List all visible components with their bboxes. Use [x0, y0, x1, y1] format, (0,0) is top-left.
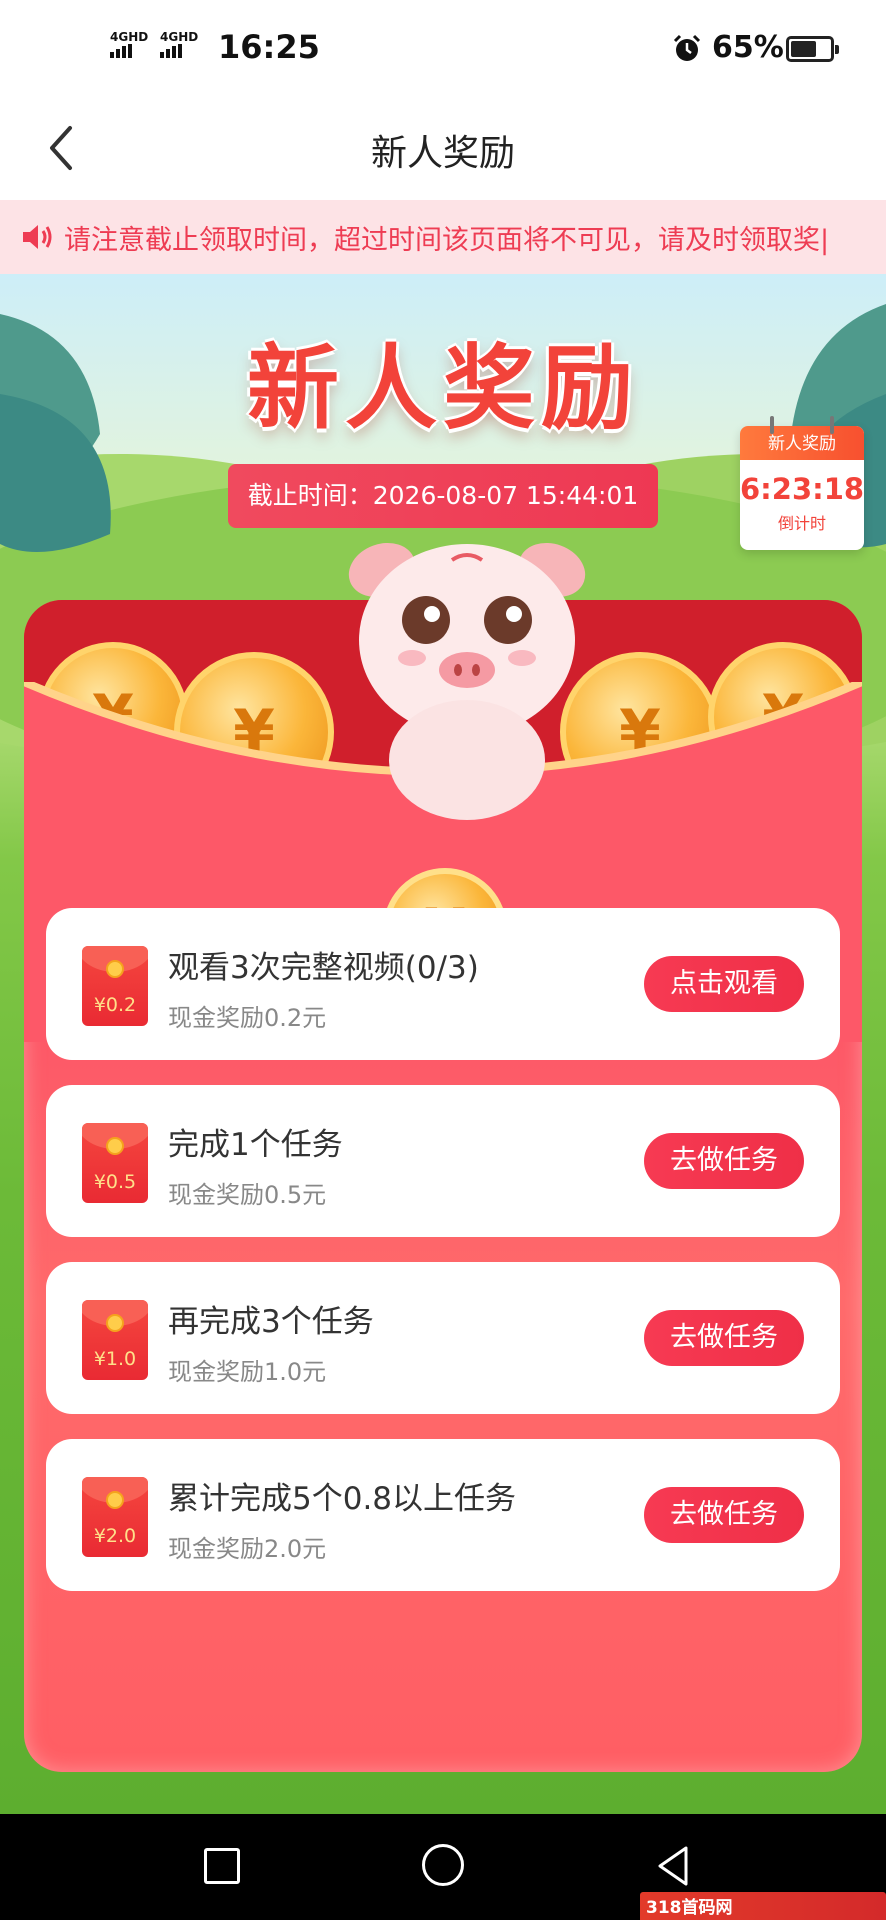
page-title: 新人奖励: [370, 133, 515, 174]
battery-percent: 65%: [712, 30, 784, 65]
red-envelope-icon: ¥1.0: [82, 1300, 148, 1380]
speaker-icon: [23, 225, 52, 249]
task-amount: ¥0.2: [93, 994, 137, 1016]
sim2-label: 4GHD: [160, 30, 199, 44]
task-title: 观看3次完整视频(0/3): [168, 950, 479, 986]
signal-bars-icon: [160, 44, 184, 58]
task-reward: 现金奖励0.2元: [168, 1004, 327, 1032]
do-task-button[interactable]: 去做任务: [644, 1310, 804, 1366]
sim1-signal: 4GHD: [110, 30, 148, 58]
notice-text: 请注意截止领取时间，超过时间该页面将不可见，请及时领取奖|: [64, 225, 830, 256]
task-amount: ¥2.0: [93, 1525, 137, 1547]
task-title: 完成1个任务: [168, 1127, 343, 1163]
deadline-badge: 截止时间：2026-08-07 15:44:01: [228, 464, 658, 528]
red-envelope-icon: ¥2.0: [82, 1477, 148, 1557]
task-reward: 现金奖励2.0元: [168, 1535, 327, 1563]
task-title: 累计完成5个0.8以上任务: [168, 1481, 517, 1517]
back-button-icon[interactable]: [652, 1844, 696, 1888]
do-task-button[interactable]: 去做任务: [644, 1487, 804, 1543]
task-card: ¥0.2 观看3次完整视频(0/3) 现金奖励0.2元 点击观看: [46, 908, 840, 1060]
task-card: ¥2.0 累计完成5个0.8以上任务 现金奖励2.0元 去做任务: [46, 1439, 840, 1591]
status-time: 16:25: [218, 28, 320, 66]
countdown-caption: 倒计时: [777, 514, 826, 533]
do-task-button[interactable]: 去做任务: [644, 1133, 804, 1189]
countdown-calendar: 新人奖励 6:23:18 倒计时: [740, 416, 865, 550]
task-amount: ¥0.5: [93, 1171, 137, 1193]
countdown-value: 6:23:18: [740, 472, 865, 506]
notice-banner: 请注意截止领取时间，超过时间该页面将不可见，请及时领取奖|: [0, 200, 886, 274]
task-reward: 现金奖励0.5元: [168, 1181, 327, 1209]
alarm-icon: [673, 34, 701, 61]
red-envelope-icon: ¥0.5: [82, 1123, 148, 1203]
home-button-icon[interactable]: [422, 1844, 464, 1886]
nav-bar: 新人奖励: [0, 100, 886, 200]
task-reward: 现金奖励1.0元: [168, 1358, 327, 1386]
watermark: 318首码网 www.e318.com: [640, 1892, 886, 1920]
task-card: ¥1.0 再完成3个任务 现金奖励1.0元 去做任务: [46, 1262, 840, 1414]
sim1-label: 4GHD: [110, 30, 149, 44]
signal-bars-icon: [110, 44, 134, 58]
status-bar: 4GHD 4GHD 16:25 65%: [0, 0, 886, 100]
pig-mascot-icon: [348, 542, 586, 820]
task-title: 再完成3个任务: [168, 1304, 374, 1340]
task-amount: ¥1.0: [93, 1348, 137, 1370]
red-envelope-icon: ¥0.2: [82, 946, 148, 1026]
battery-icon: [786, 36, 839, 62]
countdown-label: 新人奖励: [740, 426, 864, 460]
task-card: ¥0.5 完成1个任务 现金奖励0.5元 去做任务: [46, 1085, 840, 1237]
recents-button-icon[interactable]: [204, 1848, 240, 1884]
watch-video-button[interactable]: 点击观看: [644, 956, 804, 1012]
sim2-signal: 4GHD: [160, 30, 198, 58]
